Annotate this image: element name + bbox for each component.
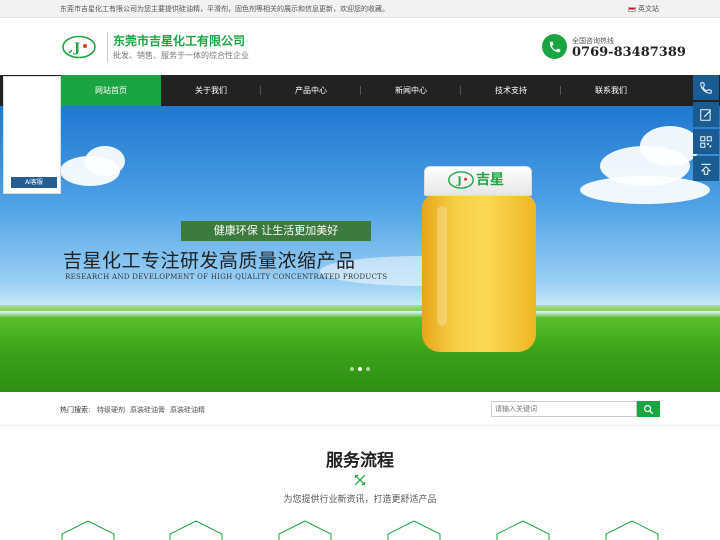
banner-subtitle: RESEARCH AND DEVELOPMENT OF HIGH QUALITY… [65,273,388,281]
top-bar: 东莞市吉星化工有限公司为您主要提供硅油精，平滑剂，固色剂等相关的展示和信息更新，… [0,0,720,18]
side-phone-button[interactable] [693,75,719,100]
hotline-number: 0769-83487389 [572,45,686,60]
service-step-hexagon [605,520,659,540]
service-step-hexagon [387,520,441,540]
slider-dot[interactable] [366,367,370,371]
slider-dot[interactable] [350,367,354,371]
site-header: J 东莞市吉星化工有限公司 批发、销售、服务于一体的综合性企业 全国咨询热线 0… [0,19,720,75]
flag-icon [628,6,636,12]
english-site-label: 英文站 [638,5,659,13]
service-step-hexagon [278,520,332,540]
hot-search-label: 热门搜索: [60,406,91,414]
nav-item-about[interactable]: 关于我们 [161,75,261,106]
jar-brand-label: 吉星 [476,172,504,188]
nav-item-news[interactable]: 新闻中心 [361,75,461,106]
main-nav: 网站首页 关于我们 产品中心 新闻中心 技术支持 联系我们 [0,75,720,106]
cloud-decoration [85,146,125,176]
cloud-decoration [580,176,710,204]
nav-item-contact[interactable]: 联系我们 [561,75,661,106]
floating-toolbar [693,75,719,183]
service-section-subtitle: 为您提供行业新资讯，打造更舒适产品 [283,495,437,505]
header-divider [107,32,108,62]
phone-icon [700,81,712,94]
nav-item-support[interactable]: 技术支持 [461,75,561,106]
hero-banner[interactable]: 健康环保 让生活更加美好 吉星化工专注研发高质量浓缩产品 RESEARCH AN… [0,106,720,392]
edit-icon [700,108,712,121]
arrows-cross-icon [354,474,366,486]
hot-search-item[interactable]: 原装硅油精 [170,405,205,415]
banner-title: 吉星化工专注研发高质量浓缩产品 [63,250,356,272]
grass-horizon [0,305,720,311]
jar-logo-icon: J [448,171,474,189]
service-step-hexagon [496,520,550,540]
search-icon [644,404,654,414]
qrcode-icon [700,135,712,148]
search-button[interactable] [637,401,660,417]
side-message-button[interactable] [693,102,719,127]
welcome-text: 东莞市吉星化工有限公司为您主要提供硅油精，平滑剂，固色剂等相关的展示和信息更新，… [60,5,389,13]
hot-search-item[interactable]: 原装硅油膏 [130,405,165,415]
company-logo[interactable]: J [62,35,96,59]
side-qrcode-button[interactable] [693,129,719,154]
hot-search-item[interactable]: 特级硬剂 [97,405,125,415]
banner-tag: 健康环保 让生活更加美好 [181,221,371,241]
back-to-top-icon [700,163,712,175]
phone-icon [549,41,560,52]
slider-dots [350,367,370,371]
service-step-hexagon [169,520,223,540]
service-section-title: 服务流程 [326,451,394,471]
nav-item-products[interactable]: 产品中心 [261,75,361,106]
company-slogan: 批发、销售、服务于一体的综合性企业 [113,51,249,60]
side-back-to-top-button[interactable] [693,156,719,181]
jar-shine [437,206,447,326]
slider-dot-active[interactable] [358,367,362,371]
ai-service-button[interactable]: AI客服 [11,177,57,188]
ai-chat-panel: AI客服 [3,76,61,194]
logo-icon: J [62,35,96,59]
company-name: 东莞市吉星化工有限公司 [113,34,246,48]
svg-text:J: J [73,41,80,56]
cloud-decoration [640,126,700,166]
search-bar: 热门搜索: 特级硬剂 原装硅油膏 原装硅油精 [0,392,720,426]
service-step-hexagon [61,520,115,540]
svg-text:J: J [456,176,462,187]
english-site-link[interactable]: 英文站 [628,4,659,14]
search-input[interactable] [491,401,637,417]
nav-item-home[interactable]: 网站首页 [61,75,161,106]
hotline-phone-icon [542,34,567,59]
